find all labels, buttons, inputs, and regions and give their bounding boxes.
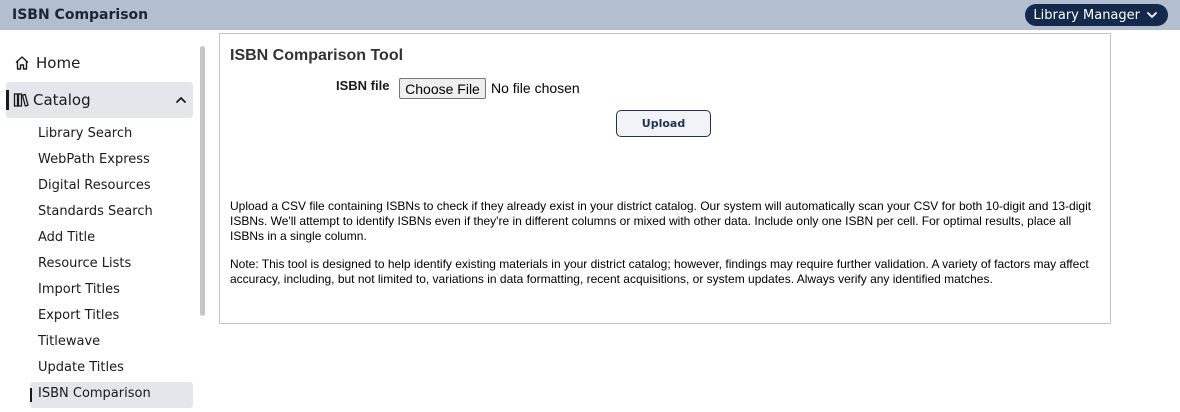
sidebar-item-label: Home xyxy=(36,54,81,72)
chevron-up-icon[interactable] xyxy=(175,94,187,106)
sidebar-item-isbn-comparison[interactable]: ISBN Comparison xyxy=(38,383,151,405)
chevron-down-icon xyxy=(1147,12,1157,18)
active-item-indicator xyxy=(30,388,32,402)
sidebar-item-library-search[interactable]: Library Search xyxy=(38,123,132,145)
note-text: Note: This tool is designed to help iden… xyxy=(230,257,1089,286)
sidebar: Home Catalog Library Search WebPath Expr… xyxy=(0,30,206,412)
home-icon xyxy=(15,56,29,70)
sidebar-item-home[interactable]: Home xyxy=(14,52,80,74)
books-icon xyxy=(13,93,29,107)
sidebar-item-standards-search[interactable]: Standards Search xyxy=(38,201,153,223)
sidebar-item-add-title[interactable]: Add Title xyxy=(38,227,95,249)
page-title: ISBN Comparison xyxy=(12,7,149,23)
sidebar-item-titlewave[interactable]: Titlewave xyxy=(38,331,100,353)
file-status-text: No file chosen xyxy=(491,80,580,96)
role-menu-label: Library Manager xyxy=(1033,7,1140,23)
role-menu-button[interactable]: Library Manager xyxy=(1025,4,1168,26)
panel-title: ISBN Comparison Tool xyxy=(230,47,404,64)
sidebar-item-export-titles[interactable]: Export Titles xyxy=(38,305,119,327)
top-bar: ISBN Comparison Library Manager xyxy=(0,0,1180,30)
choose-file-button[interactable]: Choose File xyxy=(399,78,486,99)
description-text: Upload a CSV file containing ISBNs to ch… xyxy=(230,199,1092,243)
sidebar-item-catalog[interactable]: Catalog xyxy=(6,82,193,118)
active-section-indicator xyxy=(6,90,9,110)
sidebar-item-import-titles[interactable]: Import Titles xyxy=(38,279,120,301)
isbn-file-label: ISBN file xyxy=(336,78,390,93)
sidebar-item-label: Catalog xyxy=(33,91,91,109)
sidebar-item-resource-lists[interactable]: Resource Lists xyxy=(38,253,131,275)
sidebar-scrollbar[interactable] xyxy=(200,46,205,316)
isbn-comparison-panel: ISBN Comparison Tool ISBN file Choose Fi… xyxy=(219,33,1111,324)
sidebar-item-update-titles[interactable]: Update Titles xyxy=(38,357,124,379)
upload-button[interactable]: Upload xyxy=(616,110,711,137)
sidebar-item-digital-resources[interactable]: Digital Resources xyxy=(38,175,151,197)
sidebar-item-webpath-express[interactable]: WebPath Express xyxy=(38,149,150,171)
